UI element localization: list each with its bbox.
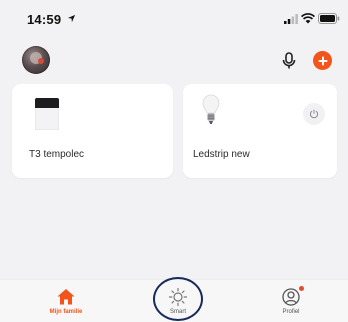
highlight-circle (153, 277, 203, 321)
profile-icon (282, 288, 300, 306)
device-name: Ledstrip new (193, 149, 250, 160)
tab-label: Mijn familie (49, 309, 83, 315)
tab-home[interactable]: Mijn familie (26, 280, 106, 322)
wifi-icon (301, 13, 315, 24)
device-card[interactable]: T3 tempolec (12, 84, 173, 178)
microphone-icon[interactable] (282, 52, 296, 70)
bulb-icon (202, 94, 220, 124)
tab-profile[interactable]: Profiel (251, 280, 331, 322)
notification-dot (299, 286, 304, 291)
location-arrow-icon (67, 14, 76, 23)
device-card[interactable]: Ledstrip new (183, 84, 337, 178)
status-bar: 14:59 (0, 0, 348, 40)
device-name: T3 tempolec (29, 149, 85, 160)
home-icon (57, 289, 75, 305)
tab-label: Profiel (282, 309, 300, 315)
add-device-button[interactable] (313, 51, 332, 70)
avatar[interactable] (22, 46, 50, 74)
avatar-accent (38, 58, 44, 64)
control-panel-icon (35, 98, 59, 130)
battery-icon (318, 13, 340, 24)
power-button[interactable] (303, 103, 325, 125)
signal-icon (284, 14, 298, 24)
power-icon (309, 109, 319, 119)
status-time: 14:59 (27, 12, 62, 27)
header (0, 40, 348, 84)
